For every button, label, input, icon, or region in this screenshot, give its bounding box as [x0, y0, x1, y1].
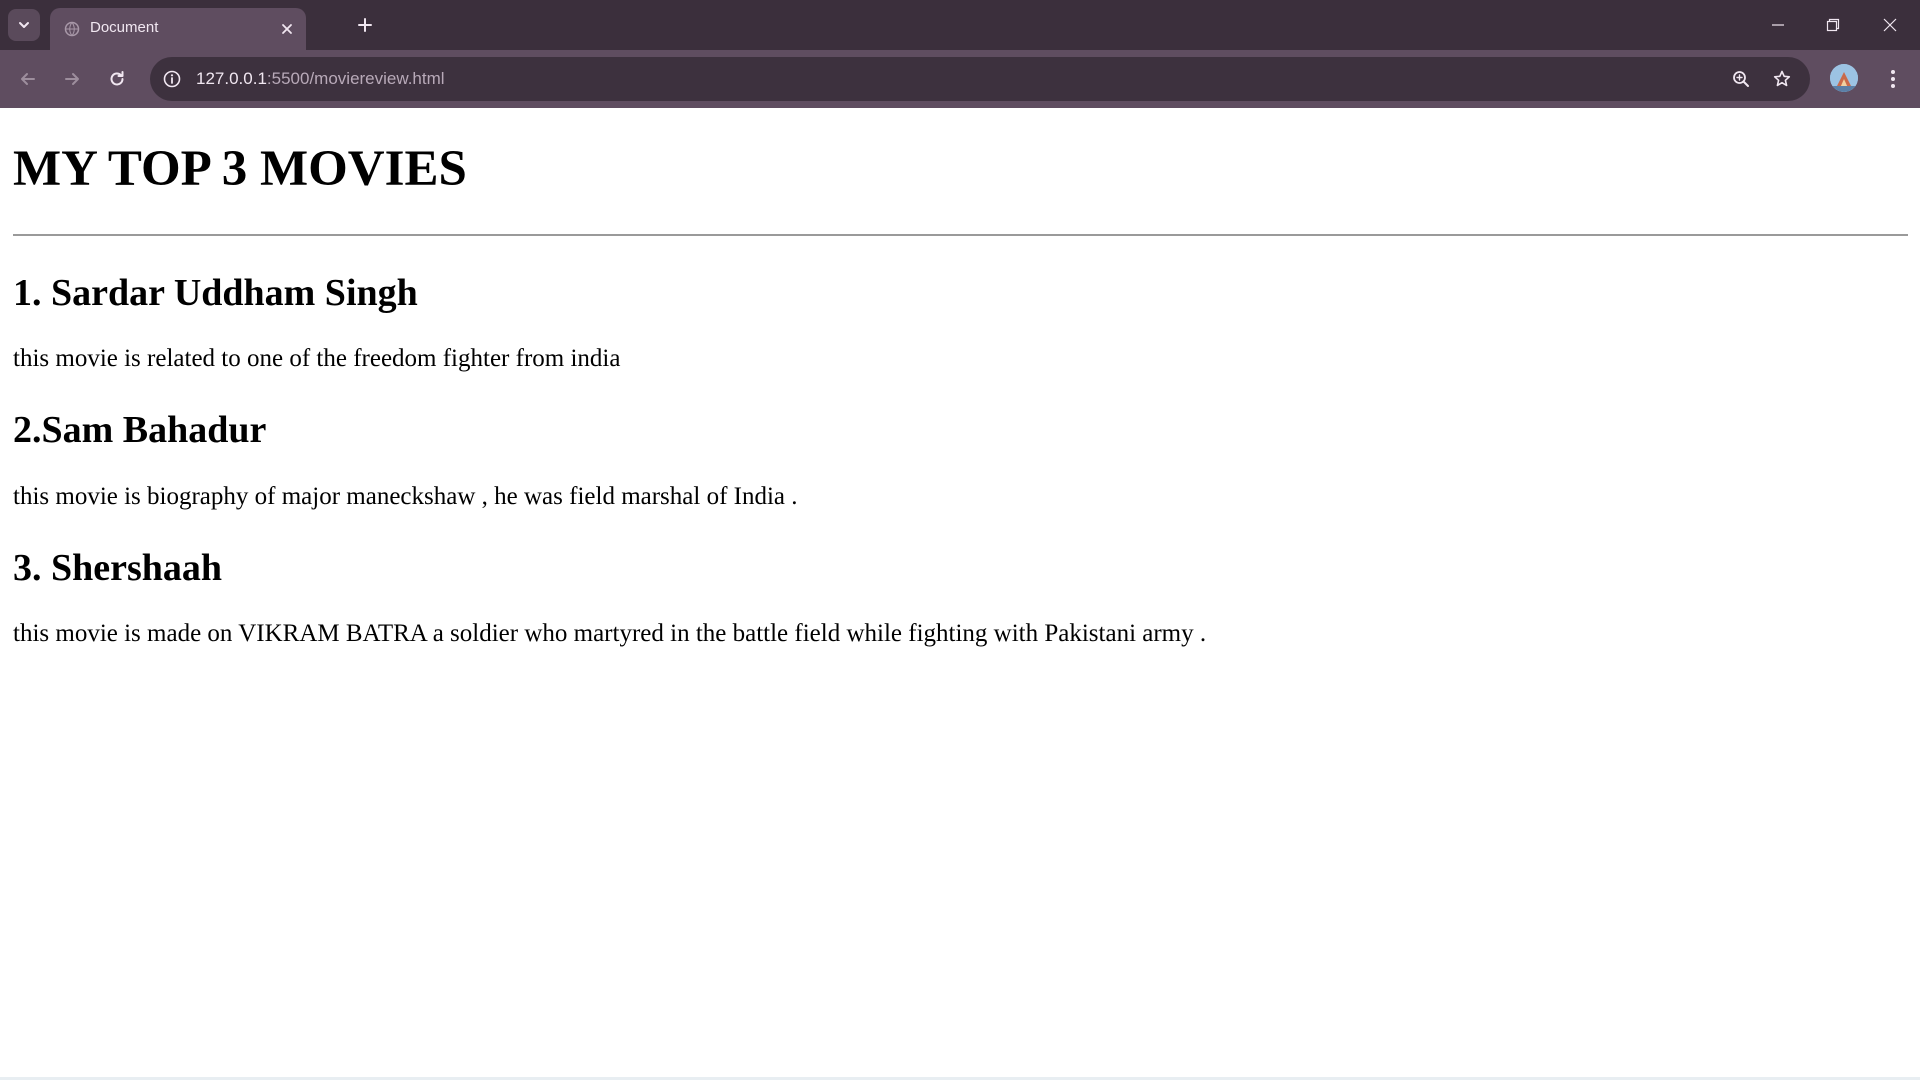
restore-icon: [1826, 18, 1840, 32]
back-button[interactable]: [12, 63, 44, 95]
zoom-button[interactable]: [1730, 68, 1752, 90]
chevron-down-icon: [19, 22, 29, 28]
info-icon[interactable]: [162, 69, 182, 89]
url-text[interactable]: 127.0.0.1:5500/moviereview.html: [196, 69, 445, 89]
tab-title: Document: [90, 19, 159, 36]
tab-search-button[interactable]: [8, 9, 40, 41]
star-icon: [1773, 70, 1791, 87]
avatar-icon: [1830, 64, 1858, 92]
new-tab-button[interactable]: [352, 12, 378, 38]
minimize-icon: [1772, 24, 1784, 26]
profile-avatar[interactable]: [1830, 64, 1858, 92]
movie-description: this movie is made on VIKRAM BATRA a sol…: [13, 620, 1207, 647]
arrow-right-icon: [65, 73, 79, 85]
globe-icon: [64, 21, 80, 37]
url-host: 127.0.0.1: [196, 69, 267, 88]
minimize-button[interactable]: [1758, 8, 1798, 42]
movie-heading: 3. Shershaah: [13, 547, 223, 589]
browser-toolbar: 127.0.0.1:5500/moviereview.html: [0, 50, 1920, 108]
movie-description: this movie is related to one of the free…: [13, 345, 621, 372]
reload-icon: [110, 71, 124, 86]
browser-window: Document 127.0.0.1:5500/moviereview.html…: [0, 0, 1920, 1080]
tab-close-button[interactable]: [278, 20, 296, 38]
restore-button[interactable]: [1813, 8, 1853, 42]
tab-document[interactable]: Document: [50, 8, 306, 50]
forward-button[interactable]: [56, 63, 88, 95]
bookmark-button[interactable]: [1771, 68, 1793, 90]
movie-heading: 2.Sam Bahadur: [13, 409, 267, 451]
zoom-icon: [1733, 71, 1749, 87]
address-bar[interactable]: 127.0.0.1:5500/moviereview.html: [150, 57, 1810, 101]
tab-strip: Document: [0, 0, 1920, 50]
plus-icon: [358, 18, 372, 32]
kebab-menu-icon: [1891, 70, 1895, 88]
browser-menu-button[interactable]: [1878, 64, 1908, 94]
movie-description: this movie is biography of major manecks…: [13, 483, 798, 510]
close-window-button[interactable]: [1870, 8, 1910, 42]
url-path: :5500/moviereview.html: [266, 69, 445, 88]
reload-button[interactable]: [101, 63, 133, 95]
movie-heading: 1. Sardar Uddham Singh: [13, 272, 418, 314]
arrow-left-icon: [21, 73, 35, 85]
page-content: MY TOP 3 MOVIES 1. Sardar Uddham Singh t…: [0, 108, 1920, 1080]
close-icon: [282, 24, 292, 34]
close-icon: [1883, 18, 1897, 32]
horizontal-rule: [13, 234, 1908, 236]
page-title: MY TOP 3 MOVIES: [13, 141, 467, 197]
